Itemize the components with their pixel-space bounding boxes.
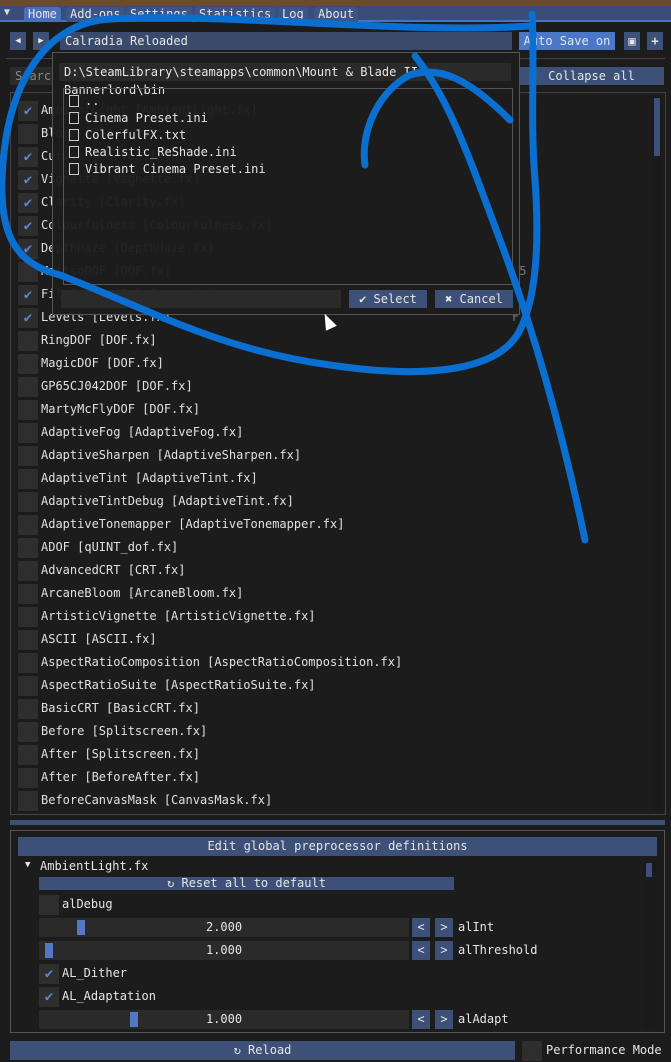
scribble-stroke [411, 52, 589, 544]
scribble-stroke [0, 10, 541, 376]
annotation-scribble [0, 10, 589, 544]
